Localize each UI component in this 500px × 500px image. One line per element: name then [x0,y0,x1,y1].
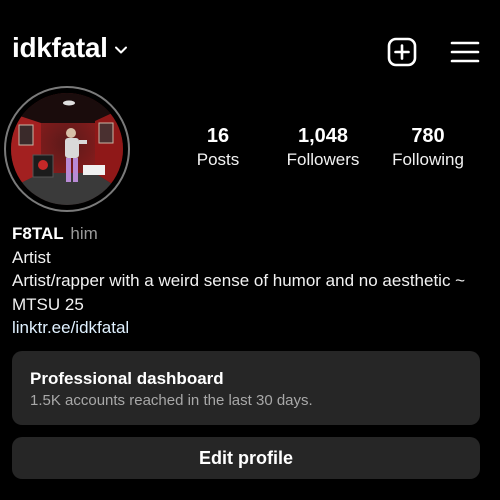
dashboard-subtitle: 1.5K accounts reached in the last 30 day… [30,392,313,409]
bio-link[interactable]: linktr.ee/idkfatal [12,316,482,340]
following-count: 780 [411,125,445,147]
display-name: F8TAL [12,224,64,243]
username: idkfatal [12,32,108,63]
top-bar: idkfatal [0,0,500,100]
name-line: F8TAL him [12,222,482,246]
chevron-down-icon [114,46,127,54]
posts-stat[interactable]: 16 Posts [188,124,248,172]
hamburger-menu-icon [450,41,480,63]
account-switcher[interactable]: idkfatal [12,32,128,64]
edit-profile-button[interactable]: Edit profile [12,437,480,479]
category-label: Artist [12,247,51,267]
posts-count: 16 [206,125,230,147]
following-stat[interactable]: 780 Following [384,124,472,172]
following-label: Following [392,150,464,169]
profile-avatar[interactable] [4,86,130,212]
followers-stat[interactable]: 1,048 Followers [278,124,368,172]
posts-label: Posts [196,150,240,169]
avatar-photo [11,93,123,205]
followers-label: Followers [286,150,360,169]
followers-count: 1,048 [297,125,349,147]
bio-text: Artist/rapper with a weird sense of humo… [12,271,466,314]
profile-bio: F8TAL him Artist Artist/rapper with a we… [12,222,482,340]
plus-square-icon [387,37,417,67]
create-post-button[interactable] [386,36,418,68]
menu-button[interactable] [449,36,481,68]
dashboard-title: Professional dashboard [30,369,224,388]
pronouns: him [70,224,98,243]
professional-dashboard-card[interactable]: Professional dashboard 1.5K accounts rea… [12,351,480,425]
